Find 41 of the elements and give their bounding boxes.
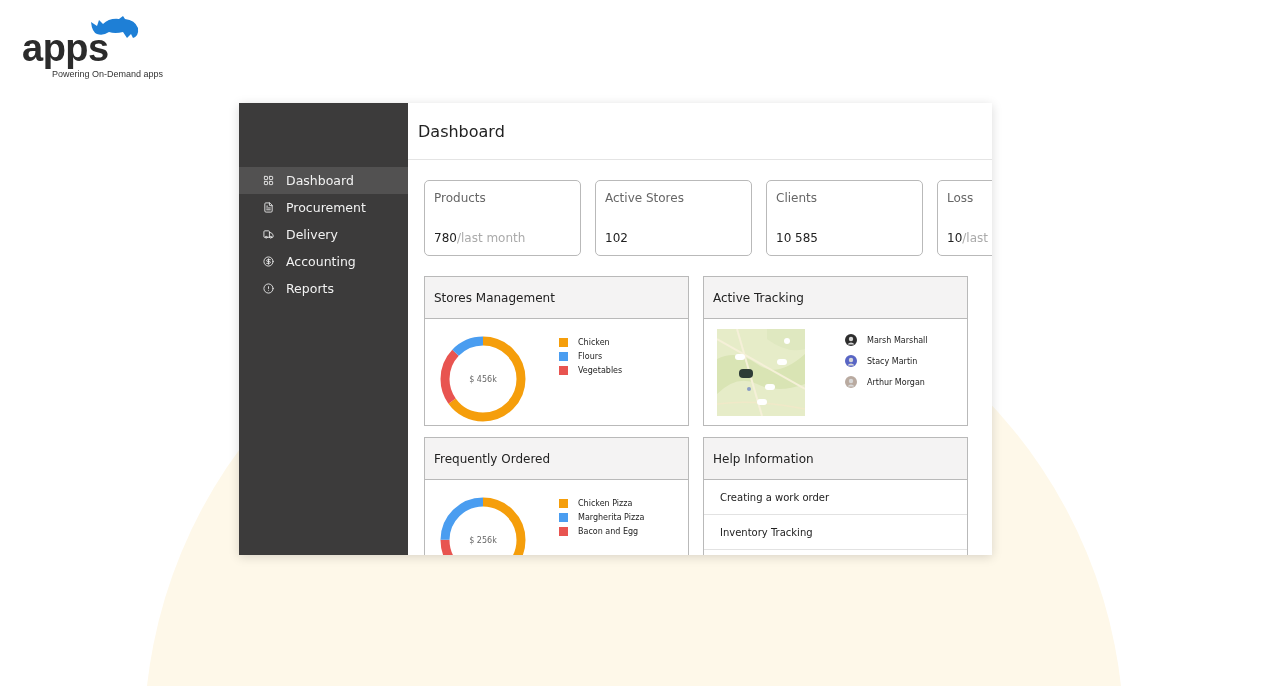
avatar-icon	[845, 355, 857, 367]
person-name: Stacy Martin	[867, 356, 918, 366]
stat-label: Products	[434, 191, 487, 205]
panel-title: Active Tracking	[704, 277, 967, 319]
stat-value: 102	[605, 231, 629, 245]
document-icon	[263, 202, 274, 213]
page-title: Dashboard	[408, 103, 992, 160]
sidebar-item[interactable]: Dashboard	[239, 167, 408, 194]
logo-wordmark: apps	[22, 28, 109, 68]
stat-value: 780/last month	[434, 231, 527, 245]
legend-label: Chicken	[578, 338, 610, 347]
donut-total: $ 456k	[469, 374, 497, 384]
legend-label: Bacon and Egg	[578, 527, 639, 536]
avatar-icon	[845, 334, 857, 346]
truck-icon	[263, 229, 274, 240]
dollar-circle-icon	[263, 256, 274, 267]
person-name: Arthur Morgan	[867, 377, 925, 387]
stat-label: Loss	[947, 191, 975, 205]
sidebar-item[interactable]: Accounting	[239, 248, 408, 275]
legend-label: Chicken Pizza	[578, 499, 633, 508]
donut-total: $ 256k	[469, 535, 497, 545]
logo-tagline: Powering On-Demand apps	[52, 69, 164, 79]
alert-circle-icon	[263, 283, 274, 294]
panel-title: Stores Management	[425, 277, 688, 319]
legend-label: Vegetables	[578, 366, 623, 375]
sidebar-item[interactable]: Reports	[239, 275, 408, 302]
stat-label: Active Stores	[605, 191, 685, 205]
legend-label: Flours	[578, 352, 603, 361]
panel-title: Help Information	[704, 438, 967, 480]
help-link[interactable]: Creating a work order	[704, 480, 967, 515]
help-link[interactable]: Inventory Tracking	[704, 515, 967, 550]
stat-value: 10 585	[776, 231, 819, 245]
sidebar-item[interactable]: Delivery	[239, 221, 408, 248]
panel-title: Frequently Ordered	[425, 438, 688, 480]
stat-label: Clients	[776, 191, 818, 205]
stat-value: 10/last	[947, 231, 989, 245]
legend-label: Margherita Pizza	[578, 513, 645, 522]
sidebar-item[interactable]: Procurement	[239, 194, 408, 221]
person-name: Marsh Marshall	[867, 335, 928, 345]
avatar-icon	[845, 376, 857, 388]
grid-icon	[263, 175, 274, 186]
